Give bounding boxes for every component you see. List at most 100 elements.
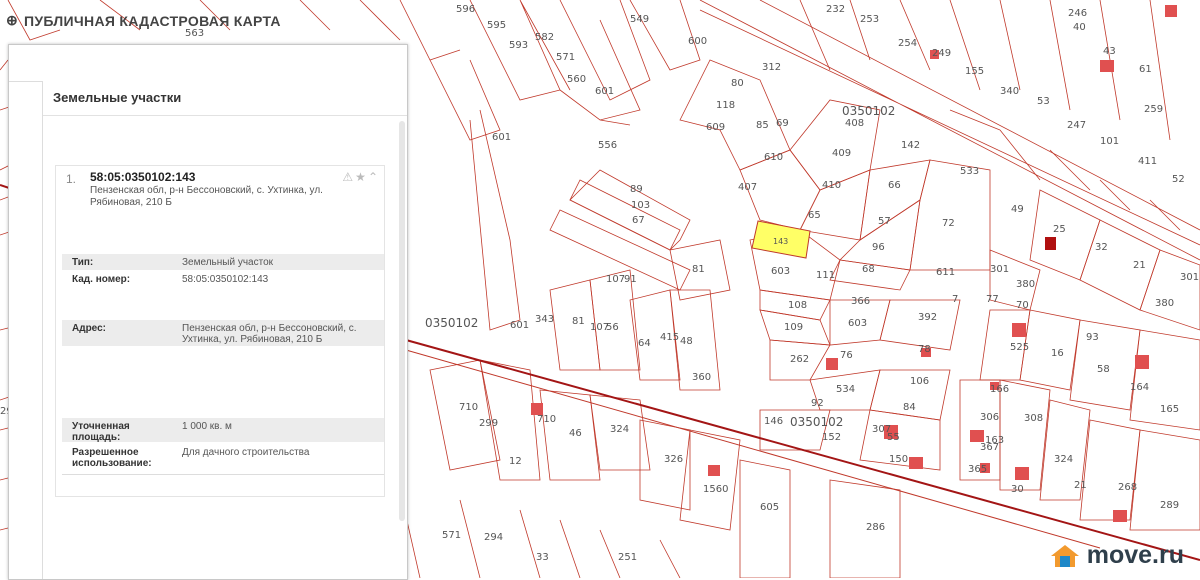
parcel-label: 595 [487, 20, 506, 31]
parcel-label: 16 [1051, 348, 1064, 359]
parcel-label: 533 [960, 166, 979, 177]
parcel-label: 324 [610, 424, 629, 435]
parcel-label: 415 [660, 332, 679, 343]
panel-toolbar [9, 45, 407, 82]
parcel-label: 91 [624, 274, 637, 285]
parcel-label: 32 [1095, 242, 1108, 253]
parcel-label: 58 [1097, 364, 1110, 375]
parcel-label: 232 [826, 4, 845, 15]
house-icon [1050, 544, 1079, 567]
parcel-label: 392 [918, 312, 937, 323]
parcel-label: 601 [595, 86, 614, 97]
parcel-label: 312 [762, 62, 781, 73]
field-value: Пензенская обл, р-н Бессоновский, с. Ухт… [182, 323, 382, 345]
warning-icon[interactable]: ⚠ [342, 170, 355, 184]
parcel-label: 251 [618, 552, 637, 563]
parcel-label: 343 [535, 314, 554, 325]
chevron-up-icon[interactable]: ⌃ [368, 170, 380, 184]
parcel-label: 21 [1074, 480, 1087, 491]
result-address: Пензенская обл, р-н Бессоновский, с. Ухт… [90, 185, 340, 209]
parcel-label: 582 [535, 32, 554, 43]
parcel-label: 68 [862, 264, 875, 275]
parcel-label: 605 [760, 502, 779, 513]
parcel-label: 407 [738, 182, 757, 193]
result-card[interactable]: 1. 58:05:0350102:143 Пензенская обл, р-н… [55, 165, 385, 497]
watermark-text: move.ru [1086, 541, 1184, 569]
result-address-line: Пензенская обл, р-н Бессоновский, с. Ухт… [90, 185, 323, 196]
parcel-label: 92 [811, 398, 824, 409]
field-row-area: Уточненная площадь: 1 000 кв. м [62, 418, 384, 443]
parcel-label: 563 [185, 28, 204, 39]
parcel-label: 70 [1016, 300, 1029, 311]
parcel-label: 61 [1139, 64, 1152, 75]
parcel-label: 556 [598, 140, 617, 151]
parcel-label: 40 [1073, 22, 1086, 33]
field-value: 1 000 кв. м [182, 421, 232, 432]
field-row-cad: Кад. номер: 58:05:0350102:143 [62, 271, 384, 287]
parcel-label: 301 [990, 264, 1009, 275]
parcel-label: 64 [638, 338, 651, 349]
result-actions: ⚠★⌃ [342, 170, 380, 184]
field-label-line: Разрешенное [72, 447, 139, 458]
block-label: 0350102 [790, 415, 843, 429]
parcel-label: 57 [878, 216, 891, 227]
parcel-label: 76 [840, 350, 853, 361]
field-row-use: Разрешенное использование: Для дачного с… [62, 444, 384, 475]
parcel-label: 262 [790, 354, 809, 365]
parcel-label: 367 [980, 442, 999, 453]
field-label: Разрешенное использование: [72, 447, 172, 469]
highlighted-parcel-label: 143 [773, 237, 788, 246]
parcel-label: 294 [484, 532, 503, 543]
parcel-label: 380 [1155, 298, 1174, 309]
field-row-spacer [62, 346, 384, 398]
parcel-label: 48 [680, 336, 693, 347]
parcel-label: 254 [898, 38, 917, 49]
field-value-line: Ухтинка, ул. Рябиновая, 210 Б [182, 334, 323, 345]
result-cadastral-number[interactable]: 58:05:0350102:143 [90, 170, 195, 184]
field-label: Адрес: [72, 323, 106, 334]
parcel-label: 33 [536, 552, 549, 563]
parcel-label: 710 [459, 402, 478, 413]
parcel-label: 65 [808, 210, 821, 221]
parcel-label: 710 [537, 414, 556, 425]
cadastral-link[interactable]: 58:05:0350102:143 [182, 274, 382, 285]
parcel-label: 601 [492, 132, 511, 143]
parcel-label: 301 [1180, 272, 1199, 283]
field-value-line: Пензенская обл, р-н Бессоновский, с. [182, 323, 357, 334]
parcel-label: 166 [990, 384, 1009, 395]
parcel-label: 380 [1016, 279, 1035, 290]
parcel-label: 340 [1000, 86, 1019, 97]
parcel-label: 12 [509, 456, 522, 467]
panel-scrollbar[interactable] [399, 121, 405, 521]
parcel-label: 593 [509, 40, 528, 51]
star-icon[interactable]: ★ [355, 170, 368, 184]
parcel-label: 610 [764, 152, 783, 163]
field-label-line: использование: [72, 458, 152, 469]
parcel-label: 286 [866, 522, 885, 533]
field-label-line: Уточненная [72, 421, 130, 432]
parcel-label: 365 [968, 464, 987, 475]
parcel-label: 103 [631, 200, 650, 211]
search-results-panel: Земельные участки 1. 58:05:0350102:143 П… [8, 44, 408, 580]
parcel-label: 109 [784, 322, 803, 333]
parcel-label: 410 [822, 180, 841, 191]
field-value: Для дачного строительства [182, 447, 310, 458]
parcel-label: 46 [569, 428, 582, 439]
parcel-label: 150 [889, 454, 908, 465]
parcel-label: 600 [688, 36, 707, 47]
parcel-label: 67 [632, 215, 645, 226]
parcel-label: 308 [1024, 413, 1043, 424]
parcel-label: 409 [832, 148, 851, 159]
parcel-label: 55 [887, 432, 900, 443]
parcel-label: 25 [1053, 224, 1066, 235]
parcel-label: 259 [1144, 104, 1163, 115]
field-row-type: Тип: Земельный участок [62, 254, 384, 270]
parcel-label: 603 [848, 318, 867, 329]
parcel-label: 81 [572, 316, 585, 327]
parcel-label: 69 [776, 118, 789, 129]
parcel-label: 52 [1172, 174, 1185, 185]
parcel-label: 21 [1133, 260, 1146, 271]
parcel-label: 289 [1160, 500, 1179, 511]
parcel-label: 107 [606, 274, 625, 285]
parcel-label: 306 [980, 412, 999, 423]
